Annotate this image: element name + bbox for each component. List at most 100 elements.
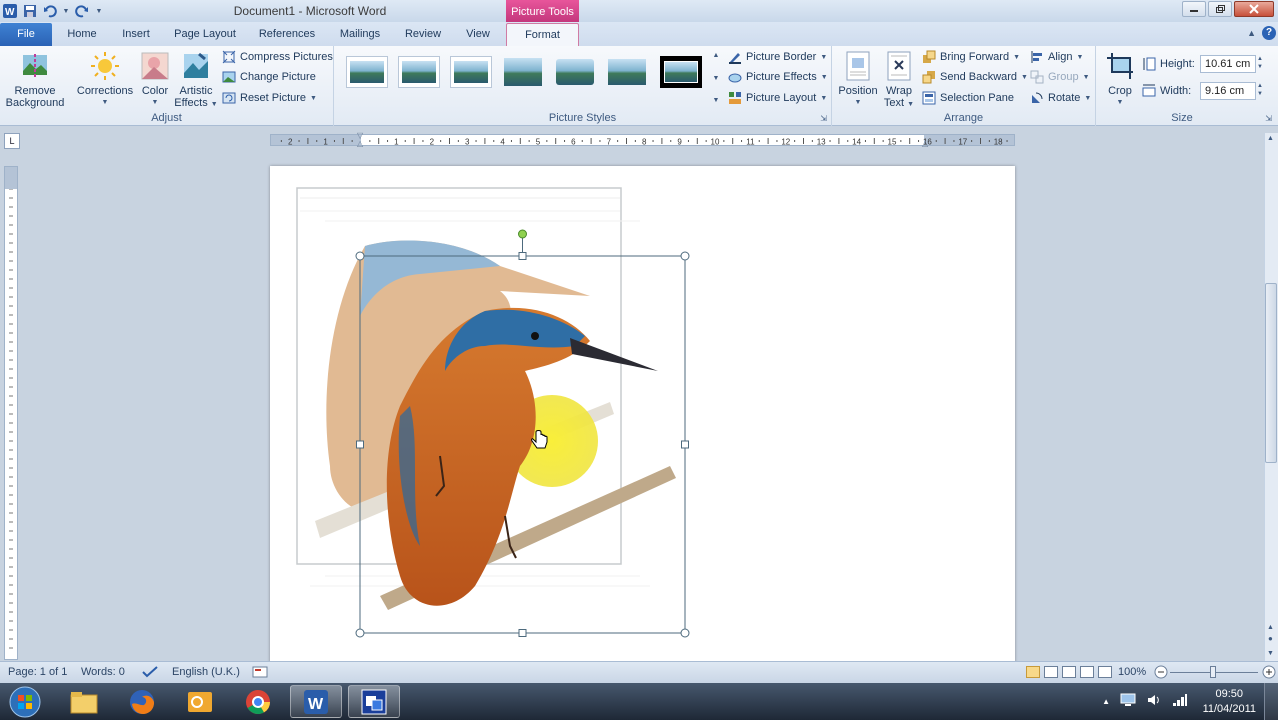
crop-button[interactable]: Crop ▼: [1100, 50, 1140, 109]
send-backward-button[interactable]: Send Backward ▼: [922, 67, 1028, 87]
explorer-taskbar-icon[interactable]: [58, 685, 110, 718]
picture-style-6[interactable]: [606, 56, 648, 88]
resize-handle-bottom-right[interactable]: [680, 628, 690, 638]
tab-view[interactable]: View: [458, 23, 498, 46]
right-indent-marker[interactable]: △: [922, 139, 928, 148]
change-picture-button[interactable]: Change Picture: [222, 67, 316, 87]
start-button[interactable]: [0, 685, 50, 718]
tab-selector-button[interactable]: L: [4, 133, 20, 149]
tab-home[interactable]: Home: [60, 23, 104, 46]
hanging-indent-marker[interactable]: △: [357, 139, 363, 148]
bring-forward-button[interactable]: Bring Forward ▼: [922, 47, 1020, 67]
picture-style-4[interactable]: [502, 56, 544, 88]
scroll-thumb[interactable]: [1265, 283, 1277, 463]
resize-handle-bottom-left[interactable]: [355, 628, 365, 638]
zoom-in-icon[interactable]: [1262, 665, 1276, 682]
show-hidden-icons-icon[interactable]: ▲: [1102, 697, 1110, 706]
corrections-button[interactable]: Corrections ▼: [74, 50, 136, 109]
remove-background-button[interactable]: Remove Background: [2, 50, 68, 109]
firefox-taskbar-icon[interactable]: [116, 685, 168, 718]
picture-style-7[interactable]: [660, 56, 702, 88]
document-page[interactable]: [270, 166, 1015, 666]
picture-styles-dialog-launcher-icon[interactable]: ⇲: [820, 114, 827, 123]
volume-icon[interactable]: [1146, 693, 1162, 710]
picture-layout-button[interactable]: Picture Layout ▼: [728, 88, 827, 108]
rotate-button[interactable]: Rotate ▼: [1030, 88, 1091, 108]
tab-format[interactable]: Format: [506, 23, 579, 46]
tab-page-layout[interactable]: Page Layout: [168, 23, 242, 46]
redo-icon[interactable]: [74, 3, 90, 19]
height-field[interactable]: 10.61 cm: [1200, 55, 1256, 73]
picture-effects-button[interactable]: Picture Effects ▼: [728, 67, 828, 87]
position-button[interactable]: Position ▼: [836, 50, 880, 109]
zoom-slider-thumb[interactable]: [1210, 666, 1216, 678]
tab-insert[interactable]: Insert: [114, 23, 158, 46]
language-indicator[interactable]: English (U.K.): [172, 666, 240, 678]
chrome-taskbar-icon[interactable]: [232, 685, 284, 718]
vertical-scrollbar[interactable]: ▲ ▲ ● ▼: [1264, 133, 1278, 661]
align-button[interactable]: Align ▼: [1030, 47, 1083, 67]
color-button[interactable]: Color ▼: [138, 50, 172, 109]
previous-page-icon[interactable]: ▲: [1267, 624, 1274, 631]
resize-handle-top-left[interactable]: [355, 251, 365, 261]
proofing-icon[interactable]: [142, 666, 158, 681]
browse-object-icon[interactable]: ●: [1268, 634, 1273, 643]
page-count[interactable]: Page: 1 of 1: [8, 666, 67, 678]
outlook-taskbar-icon[interactable]: [174, 685, 226, 718]
resize-handle-top-right[interactable]: [680, 251, 690, 261]
picture-style-2[interactable]: [398, 56, 440, 88]
undo-icon[interactable]: [42, 3, 58, 19]
minimize-button[interactable]: [1182, 1, 1206, 17]
tab-mailings[interactable]: Mailings: [332, 23, 388, 46]
compress-pictures-button[interactable]: Compress Pictures: [222, 47, 333, 67]
resize-handle-left[interactable]: [356, 440, 364, 449]
undo-dropdown-icon[interactable]: ▼: [62, 3, 70, 19]
outline-icon[interactable]: [1080, 666, 1094, 678]
resize-handle-top[interactable]: [518, 252, 527, 260]
close-button[interactable]: [1234, 1, 1274, 17]
print-layout-icon[interactable]: [1026, 666, 1040, 678]
customize-qat-icon[interactable]: ▼: [94, 3, 104, 19]
tab-review[interactable]: Review: [398, 23, 448, 46]
next-page-icon[interactable]: ▼: [1267, 650, 1274, 657]
selection-pane-button[interactable]: Selection Pane: [922, 88, 1014, 108]
restore-button[interactable]: [1208, 1, 1232, 17]
macro-recording-icon[interactable]: [252, 666, 268, 681]
reset-picture-button[interactable]: Reset Picture ▼: [222, 88, 317, 108]
rotation-handle[interactable]: [518, 229, 527, 239]
wrap-text-button[interactable]: Wrap Text ▼: [882, 50, 916, 111]
tab-references[interactable]: References: [252, 23, 322, 46]
zoom-out-icon[interactable]: [1154, 665, 1168, 682]
height-spinner[interactable]: ▲ ▼: [1257, 55, 1263, 71]
picture-style-1[interactable]: [346, 56, 388, 88]
save-icon[interactable]: [22, 3, 38, 19]
network-tray-icon[interactable]: [1120, 693, 1136, 710]
web-layout-icon[interactable]: [1062, 666, 1076, 678]
signal-icon[interactable]: [1172, 693, 1188, 710]
picture-style-5[interactable]: [554, 56, 596, 88]
group-button[interactable]: Group ▼: [1030, 67, 1090, 87]
vertical-ruler[interactable]: [4, 166, 18, 660]
full-screen-reading-icon[interactable]: [1044, 666, 1058, 678]
show-desktop-button[interactable]: [1264, 683, 1278, 720]
horizontal-ruler[interactable]: 2 1 1 2 3 4 5 6 7 8 9 10 11 12 13 14 15 16 17 18 ▽ △ △: [270, 131, 1015, 148]
minimize-ribbon-icon[interactable]: ▲: [1247, 28, 1256, 38]
word-app-icon[interactable]: W: [2, 3, 18, 19]
system-clock[interactable]: 09:50 11/04/2011: [1203, 687, 1256, 717]
picture-style-3[interactable]: [450, 56, 492, 88]
draft-icon[interactable]: [1098, 666, 1112, 678]
artistic-effects-button[interactable]: Artistic Effects ▼: [174, 50, 218, 111]
picture-border-button[interactable]: Picture Border ▼: [728, 47, 827, 67]
size-dialog-launcher-icon[interactable]: ⇲: [1265, 114, 1272, 123]
styles-gallery-scroll[interactable]: ▲ ▼ ▼: [710, 52, 722, 104]
screen-recorder-taskbar-icon[interactable]: [348, 685, 400, 718]
width-field[interactable]: 9.16 cm: [1200, 82, 1256, 100]
scroll-up-icon[interactable]: ▲: [1267, 135, 1274, 142]
resize-handle-bottom[interactable]: [518, 629, 527, 637]
word-taskbar-icon[interactable]: W: [290, 685, 342, 718]
zoom-level[interactable]: 100%: [1118, 666, 1146, 678]
width-spinner[interactable]: ▲ ▼: [1257, 82, 1263, 98]
help-icon[interactable]: ?: [1262, 26, 1276, 40]
resize-handle-right[interactable]: [681, 440, 689, 449]
word-count[interactable]: Words: 0: [81, 666, 125, 678]
